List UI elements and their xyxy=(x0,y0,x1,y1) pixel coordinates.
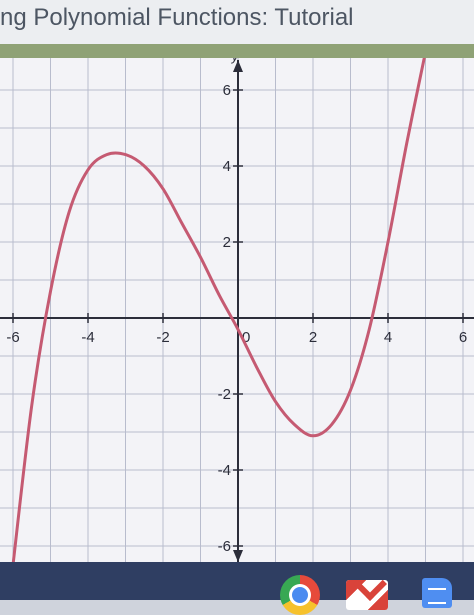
polynomial-curve xyxy=(11,58,426,562)
x-tick-label: -2 xyxy=(156,329,169,346)
x-tick-label: 4 xyxy=(384,329,392,346)
gmail-icon[interactable] xyxy=(346,580,388,610)
page-title: ng Polynomial Functions: Tutorial xyxy=(0,4,354,31)
y-tick-label: 6 xyxy=(223,82,231,99)
x-tick-label: 6 xyxy=(459,329,467,346)
title-bar: ng Polynomial Functions: Tutorial xyxy=(0,0,474,44)
graph-panel[interactable]: -6-4-20246-6-4-2246y xyxy=(0,58,474,562)
x-tick-label: -4 xyxy=(81,329,94,346)
y-tick-label: -4 xyxy=(218,462,231,479)
y-tick-label: 2 xyxy=(223,234,231,251)
docs-icon[interactable] xyxy=(422,578,452,608)
accent-strip xyxy=(0,44,474,58)
y-tick-label: -2 xyxy=(218,386,231,403)
x-tick-label: 2 xyxy=(309,329,317,346)
y-tick-label: 4 xyxy=(223,158,231,175)
x-tick-label: -6 xyxy=(6,329,19,346)
y-axis-arrow-down xyxy=(233,550,243,562)
y-tick-label: -6 xyxy=(218,538,231,555)
chrome-icon[interactable] xyxy=(280,575,320,615)
taskbar xyxy=(0,562,474,600)
polynomial-graph: -6-4-20246-6-4-2246y xyxy=(0,58,474,562)
